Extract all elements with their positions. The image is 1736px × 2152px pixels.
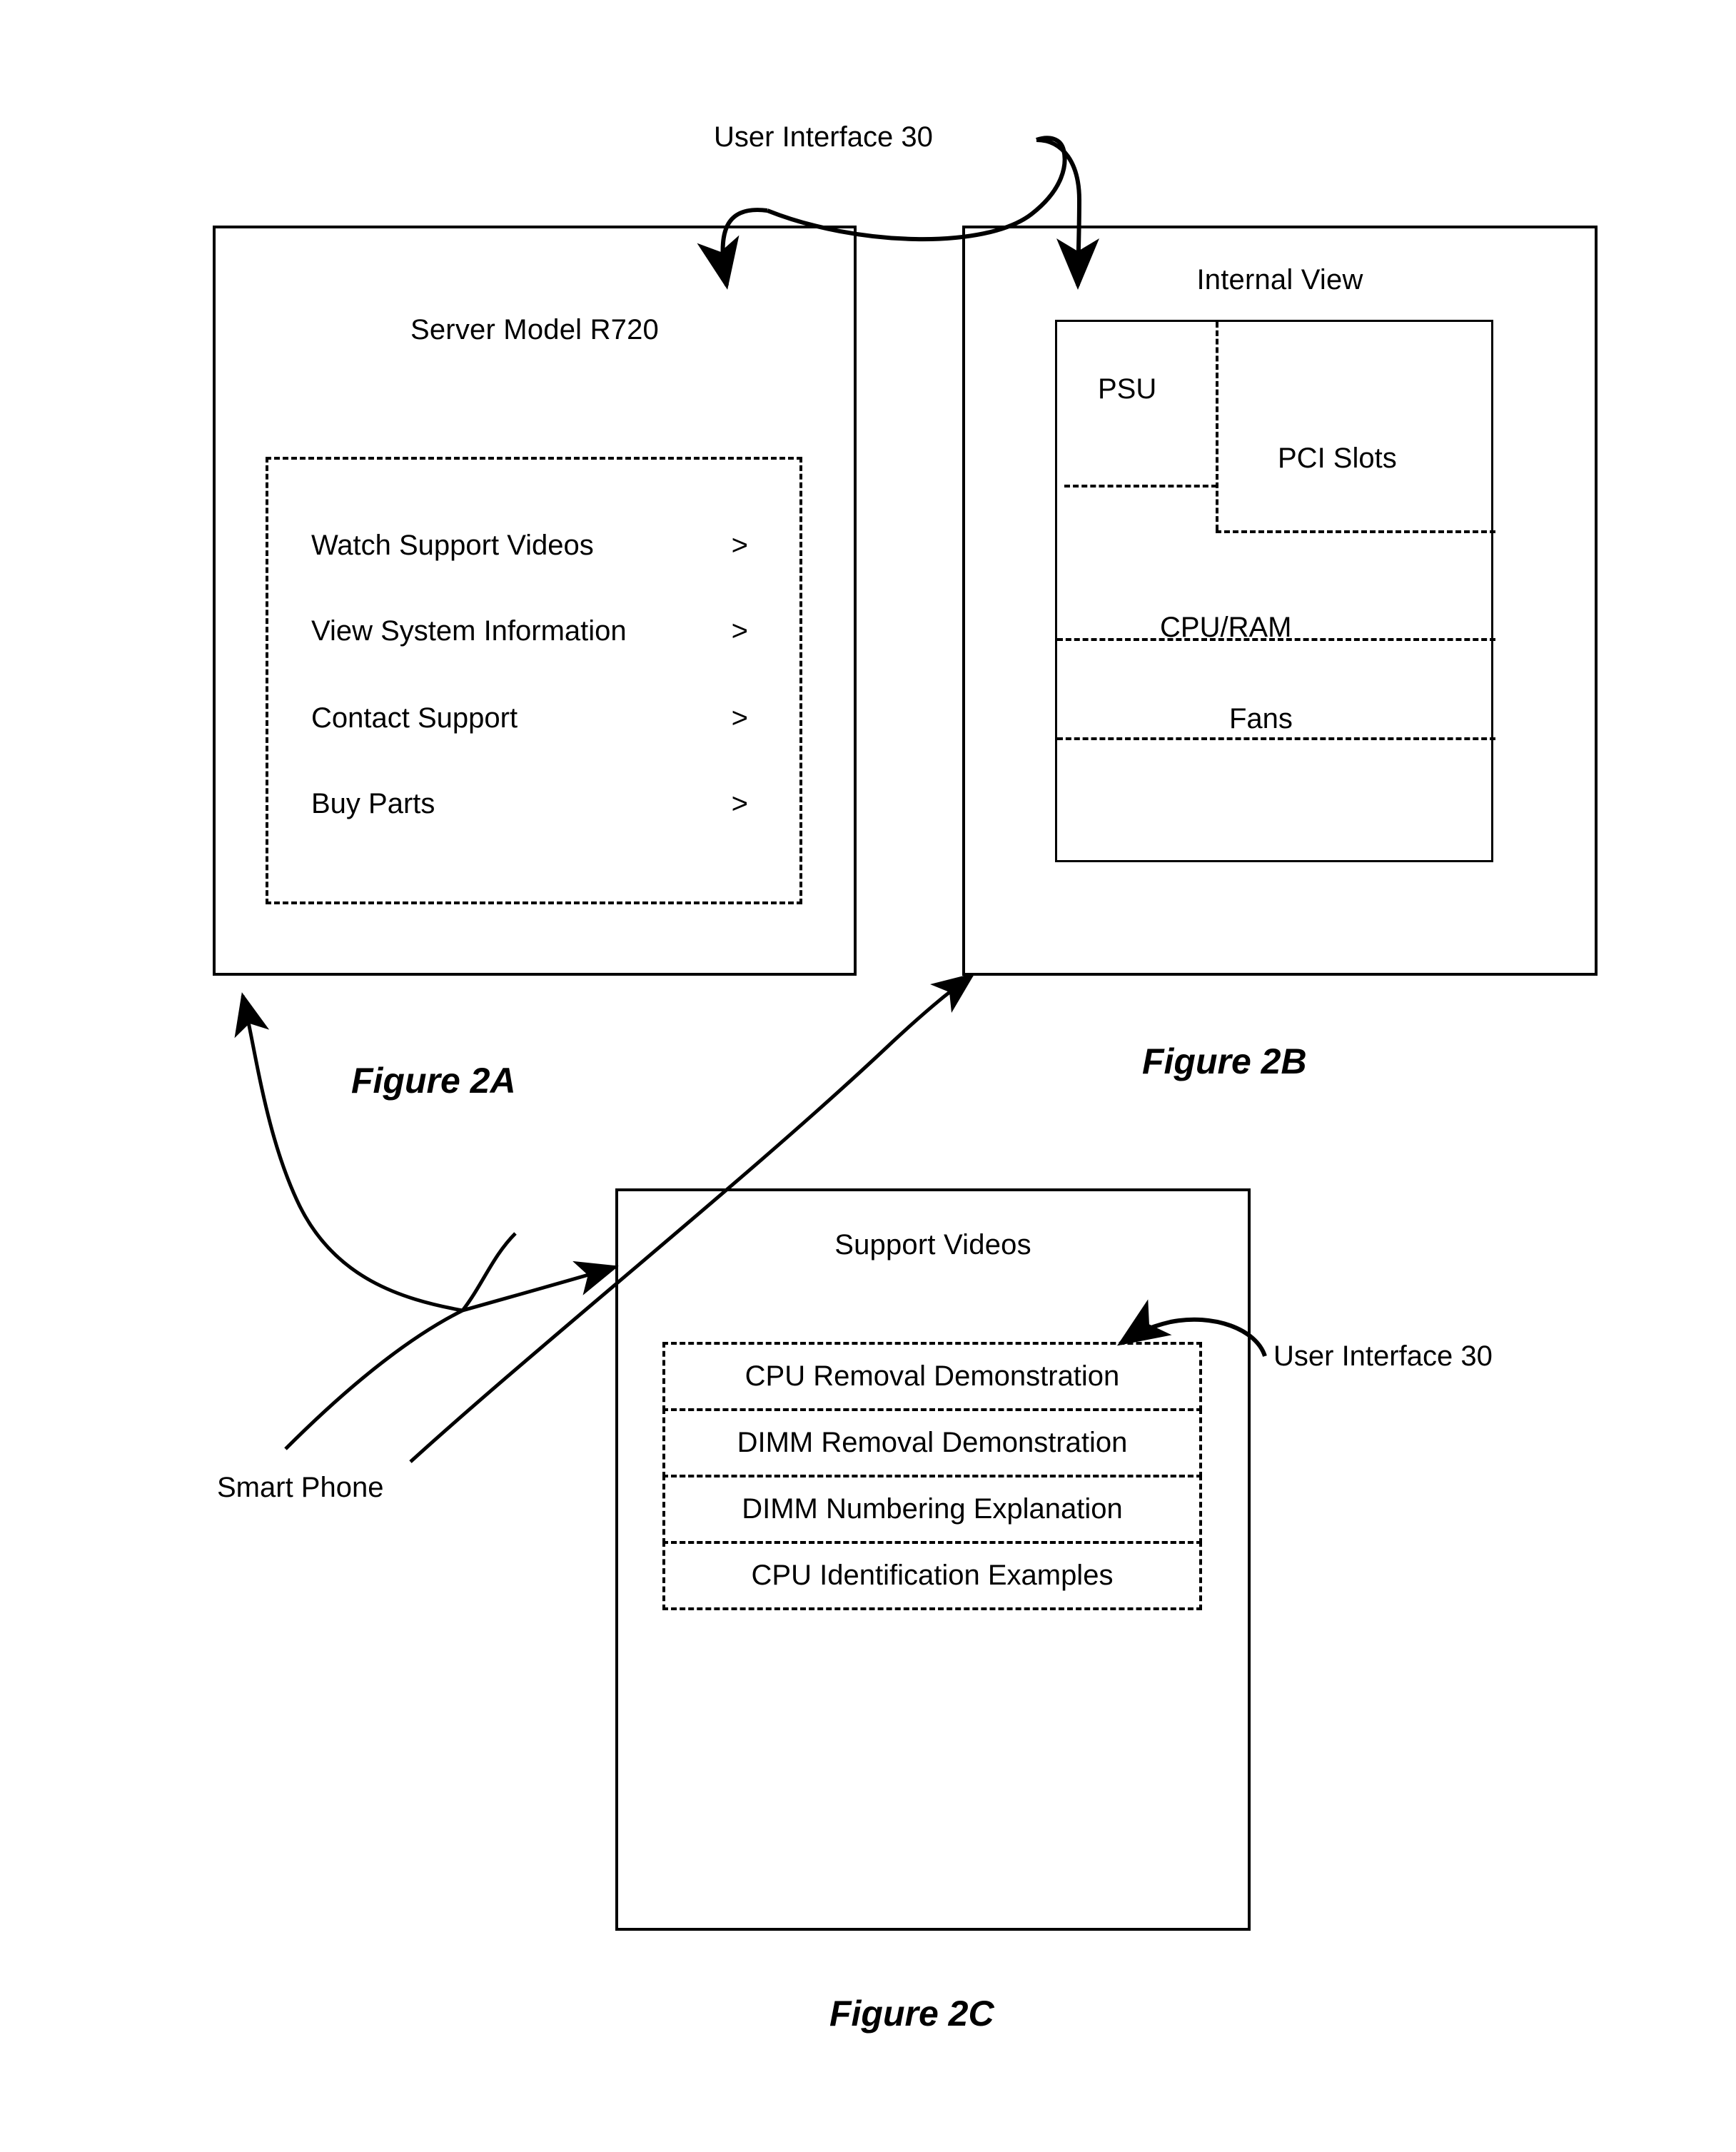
figure-2c-screen-title: Support Videos (834, 1229, 1031, 1261)
divider-fans-bottom (1057, 737, 1495, 740)
figure-2b-screen-title: Internal View (1196, 264, 1363, 295)
figure-2a-caption: Figure 2A (351, 1061, 516, 1101)
leader-smartphone-to-fig2a (234, 992, 463, 1313)
menu-item-label: Watch Support Videos (311, 529, 594, 561)
patent-figure-page: User Interface 30 Server Model R720 Watc… (0, 0, 1736, 2152)
chevron-right-icon: > (731, 787, 748, 819)
leader-smartphone-stem (284, 1308, 464, 1450)
leader-smartphone-to-fig2c (462, 1261, 619, 1313)
video-list-item-cpu-identification[interactable]: CPU Identification Examples (662, 1541, 1202, 1610)
chevron-right-icon: > (731, 529, 748, 561)
region-label-pci-slots: PCI Slots (1278, 443, 1397, 474)
figure-2a-menu-panel: Watch Support Videos > View System Infor… (266, 457, 802, 904)
support-videos-list: CPU Removal Demonstration DIMM Removal D… (662, 1342, 1202, 1777)
menu-item-view-system-information[interactable]: View System Information > (311, 615, 768, 647)
menu-item-buy-parts[interactable]: Buy Parts > (311, 788, 768, 819)
region-label-psu: PSU (1098, 373, 1157, 405)
figure-2b-caption: Figure 2B (1142, 1041, 1307, 1081)
video-item-label: DIMM Removal Demonstration (737, 1427, 1128, 1458)
figure-2c-caption: Figure 2C (829, 1994, 994, 2034)
video-item-label: CPU Removal Demonstration (745, 1360, 1120, 1392)
region-label-cpu-ram: CPU/RAM (1160, 612, 1292, 643)
divider-psu-bottom (1064, 485, 1217, 488)
divider-psu-pci (1216, 322, 1218, 530)
chevron-right-icon: > (731, 702, 748, 734)
region-label-fans: Fans (1229, 703, 1293, 734)
menu-item-watch-support-videos[interactable]: Watch Support Videos > (311, 530, 768, 561)
callout-user-interface-right: User Interface 30 (1273, 1340, 1493, 1372)
video-item-label: DIMM Numbering Explanation (742, 1493, 1123, 1525)
leader-smartphone-hook (461, 1232, 517, 1312)
callout-smart-phone: Smart Phone (217, 1472, 384, 1503)
menu-item-label: Contact Support (311, 702, 518, 734)
menu-item-label: Buy Parts (311, 787, 435, 819)
figure-2a-screen-title: Server Model R720 (410, 314, 659, 345)
menu-item-contact-support[interactable]: Contact Support > (311, 702, 768, 734)
video-list-item-dimm-numbering[interactable]: DIMM Numbering Explanation (662, 1475, 1202, 1544)
video-list-item-dimm-removal[interactable]: DIMM Removal Demonstration (662, 1408, 1202, 1477)
divider-pci-bottom (1216, 530, 1495, 533)
video-list-item-cpu-removal[interactable]: CPU Removal Demonstration (662, 1342, 1202, 1411)
chevron-right-icon: > (731, 615, 748, 647)
callout-user-interface-top: User Interface 30 (714, 121, 933, 153)
video-item-label: CPU Identification Examples (751, 1560, 1114, 1591)
menu-item-label: View System Information (311, 615, 627, 647)
